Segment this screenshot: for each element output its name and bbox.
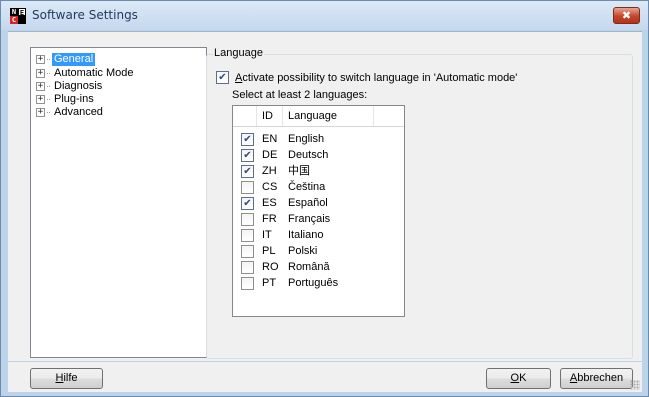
expand-icon[interactable]: + <box>36 69 45 78</box>
title-bar[interactable]: N E C Software Settings ✖ <box>1 1 648 30</box>
language-checkbox[interactable] <box>241 181 254 194</box>
language-checkbox[interactable] <box>241 213 254 226</box>
language-name: 中国 <box>288 165 310 177</box>
language-name: Français <box>288 213 331 225</box>
column-header-id[interactable]: ID <box>256 106 282 126</box>
language-id: DE <box>262 149 278 161</box>
checkbox[interactable]: ✔ <box>216 71 229 84</box>
language-group-title: Language <box>213 47 264 59</box>
language-checkbox[interactable]: ✔ <box>241 149 254 162</box>
tree-item-general[interactable]: + General <box>36 53 96 66</box>
language-row-cs[interactable]: CS Čeština <box>233 180 404 195</box>
window-title: Software Settings <box>32 8 138 22</box>
language-checkbox[interactable] <box>241 277 254 290</box>
cancel-button[interactable]: Abbrechen <box>560 368 633 389</box>
settings-tree[interactable]: + General + Automatic Mode + Diagnosis +… <box>30 47 207 358</box>
language-row-pt[interactable]: PT Português <box>233 276 404 291</box>
language-row-en[interactable]: ✔ EN English <box>233 132 404 147</box>
language-checkbox[interactable] <box>241 261 254 274</box>
language-row-ro[interactable]: RO Română <box>233 260 404 275</box>
language-name: Română <box>288 261 330 273</box>
tree-item-advanced[interactable]: + Advanced <box>36 106 105 119</box>
language-row-es[interactable]: ✔ ES Español <box>233 196 404 211</box>
button-bar: Hilfe OK Abbrechen <box>8 362 642 392</box>
column-header-language[interactable]: Language <box>282 106 374 126</box>
language-row-zh[interactable]: ✔ ZH 中国 <box>233 164 404 179</box>
tree-item-diagnosis[interactable]: + Diagnosis <box>36 80 104 93</box>
language-id: ZH <box>262 165 277 177</box>
language-name: Português <box>288 277 339 289</box>
tree-item-automatic-mode[interactable]: + Automatic Mode <box>36 67 135 80</box>
language-name: Čeština <box>288 181 326 193</box>
language-name: Italiano <box>288 229 324 241</box>
language-checkbox[interactable] <box>241 245 254 258</box>
language-name: Polski <box>288 245 318 257</box>
settings-window: N E C Software Settings ✖ + General + Au… <box>0 0 649 397</box>
language-checkbox[interactable]: ✔ <box>241 197 254 210</box>
language-id: PL <box>262 245 276 257</box>
language-checkbox[interactable]: ✔ <box>241 165 254 178</box>
language-name: Deutsch <box>288 149 329 161</box>
language-row-it[interactable]: IT Italiano <box>233 228 404 243</box>
app-logo-icon: N E C <box>10 8 26 24</box>
dialog-body: + General + Automatic Mode + Diagnosis +… <box>8 31 642 361</box>
language-id: PT <box>262 277 277 289</box>
language-id: ES <box>262 197 277 209</box>
language-checkbox[interactable] <box>241 229 254 242</box>
language-checkbox[interactable]: ✔ <box>241 133 254 146</box>
tree-item-plug-ins[interactable]: + Plug-ins <box>36 93 96 106</box>
tree-item-label: Plug-ins <box>54 93 94 105</box>
help-button[interactable]: Hilfe <box>30 368 103 389</box>
tree-item-label: Diagnosis <box>54 80 103 92</box>
close-icon: ✖ <box>621 9 632 22</box>
language-row-fr[interactable]: FR Français <box>233 212 404 227</box>
expand-icon[interactable]: + <box>36 82 45 91</box>
close-button[interactable]: ✖ <box>613 7 640 24</box>
language-id: FR <box>262 213 277 225</box>
language-list[interactable]: ID Language ✔ EN English ✔ DE Deutsch ✔ … <box>232 105 405 317</box>
language-row-de[interactable]: ✔ DE Deutsch <box>233 148 404 163</box>
language-id: CS <box>262 181 278 193</box>
select-languages-label: Select at least 2 languages: <box>232 89 368 101</box>
expand-icon[interactable]: + <box>36 108 45 117</box>
language-id: RO <box>262 261 279 273</box>
tree-item-label: Automatic Mode <box>54 67 134 79</box>
language-row-pl[interactable]: PL Polski <box>233 244 404 259</box>
activate-language-switch-label: Activate possibility to switch language … <box>235 71 518 84</box>
language-name: Español <box>288 197 328 209</box>
activate-language-switch-checkbox[interactable]: ✔ Activate possibility to switch languag… <box>216 71 517 84</box>
resize-grip-icon[interactable] <box>630 380 640 390</box>
tree-item-label: Advanced <box>54 106 103 118</box>
tree-item-label: General <box>52 53 96 66</box>
expand-icon[interactable]: + <box>36 95 45 104</box>
ok-button[interactable]: OK <box>486 368 551 389</box>
language-name: English <box>288 133 325 145</box>
language-list-header: ID Language <box>233 106 404 127</box>
expand-icon[interactable]: + <box>36 55 45 64</box>
language-id: EN <box>262 133 278 145</box>
language-id: IT <box>262 229 272 241</box>
